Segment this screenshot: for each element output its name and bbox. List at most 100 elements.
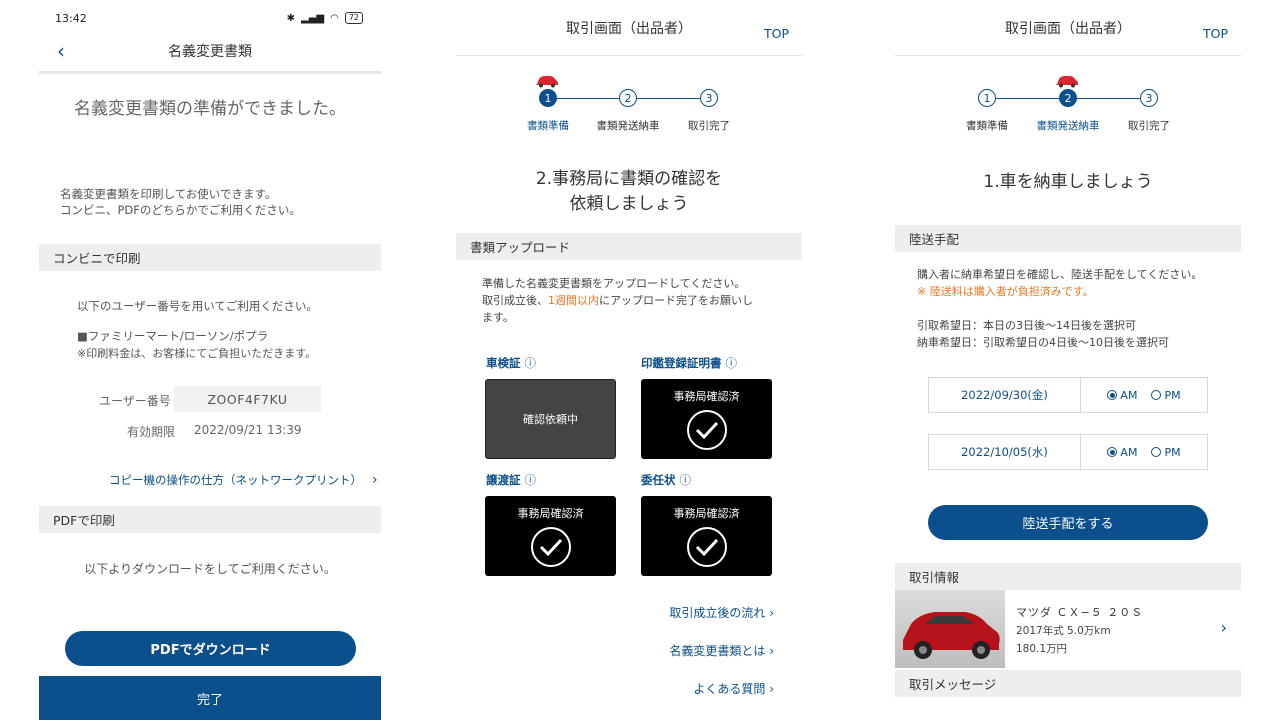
car-price: 180.1万円 xyxy=(1016,643,1068,655)
signal-icon: ▂▄▆ xyxy=(301,12,325,24)
step-heading: 2.事務局に書類の確認を 依頼しましょう xyxy=(535,169,723,214)
deal-info-card[interactable]: マツダ ＣＸ−５ ２０Ｓ 2017年式 5.0万km 180.1万円 › xyxy=(895,590,1241,668)
user-number-instruction: 以下のユーザー番号を用いてご利用ください。 xyxy=(77,299,318,313)
link-faq[interactable]: よくある質問 › xyxy=(693,680,774,697)
step-1-label: 書類準備 xyxy=(966,120,1008,132)
checkmark-icon xyxy=(686,410,727,450)
section-pdf-print: PDFで印刷 xyxy=(39,506,381,533)
help-circle-icon[interactable]: ⓘ xyxy=(680,473,692,487)
expiry-value: 2022/09/21 13:39 xyxy=(194,423,302,437)
app-header: ‹ 名義変更書類 xyxy=(39,30,381,74)
doc-power-of-attorney[interactable]: 事務局確認済 xyxy=(641,496,772,576)
store-list: ■ファミリーマート/ローソン/ポプラ xyxy=(77,329,269,343)
step-3-label: 取引完了 xyxy=(688,120,730,132)
wifi-icon: ◠ xyxy=(330,12,339,24)
status-bar: 13:42 ✱ ▂▄▆ ◠ 72 xyxy=(55,8,363,28)
pickup-pm-radio[interactable]: PM xyxy=(1151,389,1181,402)
status-time: 13:42 xyxy=(55,11,87,25)
page-title: 取引画面（出品者） xyxy=(1005,20,1131,37)
progress-stepper: 1 2 3 書類準備 書類発送納車 取引完了 xyxy=(895,70,1241,140)
screen-name-change-documents: 13:42 ✱ ▂▄▆ ◠ 72 ‹ 名義変更書類 名義変更書類の準備ができまし… xyxy=(39,0,381,720)
step-3-circle: 3 xyxy=(700,89,718,107)
screen-document-upload: 取引画面（出品者） TOP 1 2 3 書類準備 書類発送納車 取引完了 2.事… xyxy=(456,0,802,720)
step-1-circle: 1 xyxy=(978,89,996,107)
app-header: 取引画面（出品者） xyxy=(895,0,1241,56)
help-circle-icon[interactable]: ⓘ xyxy=(525,356,537,370)
expiry-label: 有効期限 xyxy=(127,425,176,439)
doc-status: 事務局確認済 xyxy=(673,507,740,520)
step-3-circle: 3 xyxy=(1140,89,1158,107)
doc-label-power-of-attorney[interactable]: 委任状 ⓘ xyxy=(641,472,691,488)
step-3-label: 取引完了 xyxy=(1128,120,1170,132)
user-number-label: ユーザー番号 xyxy=(99,394,171,408)
transport-instructions: 購入者に納車希望日を確認し、陸送手配をしてください。 ※ 陸送料は購入者が負担済… xyxy=(917,268,1203,298)
doc-vehicle-inspection[interactable]: 確認依頼中 xyxy=(485,379,616,459)
pdf-note: 以下よりダウンロードをしてご利用ください。 xyxy=(84,562,336,576)
car-name: マツダ ＣＸ−５ ２０Ｓ xyxy=(1016,606,1144,619)
upload-instructions: 準備した名義変更書類をアップロードしてください。 取引成立後、1週間以内にアップ… xyxy=(482,277,753,324)
checkmark-icon xyxy=(686,527,727,567)
done-button[interactable]: 完了 xyxy=(39,676,381,720)
back-chevron-icon[interactable]: ‹ xyxy=(57,40,77,62)
car-icon xyxy=(536,76,558,88)
bluetooth-icon: ✱ xyxy=(286,12,295,24)
progress-stepper: 1 2 3 書類準備 書類発送納車 取引完了 xyxy=(456,70,802,140)
pickup-am-radio[interactable]: AM xyxy=(1107,389,1137,402)
section-convenience-print: コンビニで印刷 xyxy=(39,244,381,271)
step-2-circle: 2 xyxy=(619,89,637,107)
section-transport: 陸送手配 xyxy=(895,225,1241,252)
pdf-download-button[interactable]: PDFでダウンロード xyxy=(65,631,356,666)
doc-status: 確認依頼中 xyxy=(523,413,578,426)
doc-status: 事務局確認済 xyxy=(517,507,584,520)
top-link[interactable]: TOP xyxy=(764,26,789,41)
doc-transfer-certificate[interactable]: 事務局確認済 xyxy=(485,496,616,576)
pickup-date-field[interactable]: 2022/09/30(金) xyxy=(929,378,1081,412)
battery-icon: 72 xyxy=(344,12,363,24)
doc-seal-certificate[interactable]: 事務局確認済 xyxy=(641,379,772,459)
step-heading: 1.車を納車しましょう xyxy=(983,172,1153,192)
car-year-mileage: 2017年式 5.0万km xyxy=(1016,625,1111,637)
delivery-am-radio[interactable]: AM xyxy=(1107,446,1137,459)
section-deal-info: 取引情報 xyxy=(895,563,1241,590)
step-2-label: 書類発送納車 xyxy=(1036,120,1100,132)
step-2-circle: 2 xyxy=(1059,89,1077,107)
step-2-label: 書類発送納車 xyxy=(596,120,660,132)
checkmark-icon xyxy=(530,527,571,567)
link-about-documents[interactable]: 名義変更書類とは › xyxy=(669,642,774,659)
step-1-circle: 1 xyxy=(539,89,557,107)
link-post-deal-flow[interactable]: 取引成立後の流れ › xyxy=(669,604,774,621)
delivery-date-row: 2022/10/05(水) AM PM xyxy=(928,434,1208,470)
arrange-transport-button[interactable]: 陸送手配をする xyxy=(928,505,1208,540)
help-circle-icon[interactable]: ⓘ xyxy=(525,473,537,487)
copy-machine-howto-link[interactable]: コピー機の操作の仕方（ネットワークプリント） › xyxy=(109,472,378,488)
screen-vehicle-delivery: 取引画面（出品者） TOP 1 2 3 書類準備 書類発送納車 取引完了 1.車… xyxy=(895,0,1241,720)
section-document-upload: 書類アップロード xyxy=(456,233,802,260)
delivery-date-field[interactable]: 2022/10/05(水) xyxy=(929,435,1081,469)
car-icon xyxy=(1056,76,1078,88)
transport-fee-note: ※ 陸送料は購入者が負担済みです。 xyxy=(917,285,1094,298)
section-deal-messages: 取引メッセージ xyxy=(895,670,1241,697)
doc-status: 事務局確認済 xyxy=(673,390,740,403)
chevron-right-icon: › xyxy=(769,606,774,620)
top-link[interactable]: TOP xyxy=(1203,26,1228,41)
car-photo xyxy=(895,590,1005,668)
ready-heading: 名義変更書類の準備ができました。 xyxy=(74,99,346,119)
app-header: 取引画面（出品者） xyxy=(456,0,802,56)
page-title: 名義変更書類 xyxy=(168,43,252,60)
chevron-right-icon: › xyxy=(769,682,774,696)
step-1-label: 書類準備 xyxy=(527,120,569,132)
delivery-pm-radio[interactable]: PM xyxy=(1151,446,1181,459)
fee-note: ※印刷料金は、お客様にてご負担いただきます。 xyxy=(77,347,317,360)
chevron-right-icon: › xyxy=(1220,618,1227,637)
help-circle-icon[interactable]: ⓘ xyxy=(726,356,738,370)
intro-text: 名義変更書類を印刷してお使いできます。 コンビニ、PDFのどちらかでご利用くださ… xyxy=(60,187,301,217)
doc-label-vehicle-inspection[interactable]: 車検証 ⓘ xyxy=(486,355,536,371)
chevron-right-icon: › xyxy=(769,644,774,658)
date-rules: 引取希望日：本日の3日後〜14日後を選択可 納車希望日：引取希望日の4日後〜10… xyxy=(917,319,1169,349)
pickup-date-row: 2022/09/30(金) AM PM xyxy=(928,377,1208,413)
chevron-right-icon: › xyxy=(372,472,378,488)
page-title: 取引画面（出品者） xyxy=(566,20,692,37)
user-number-value: ZOOF4F7KU xyxy=(174,386,321,412)
doc-label-transfer-certificate[interactable]: 譲渡証 ⓘ xyxy=(486,472,536,488)
doc-label-seal-certificate[interactable]: 印鑑登録証明書 ⓘ xyxy=(641,355,737,371)
